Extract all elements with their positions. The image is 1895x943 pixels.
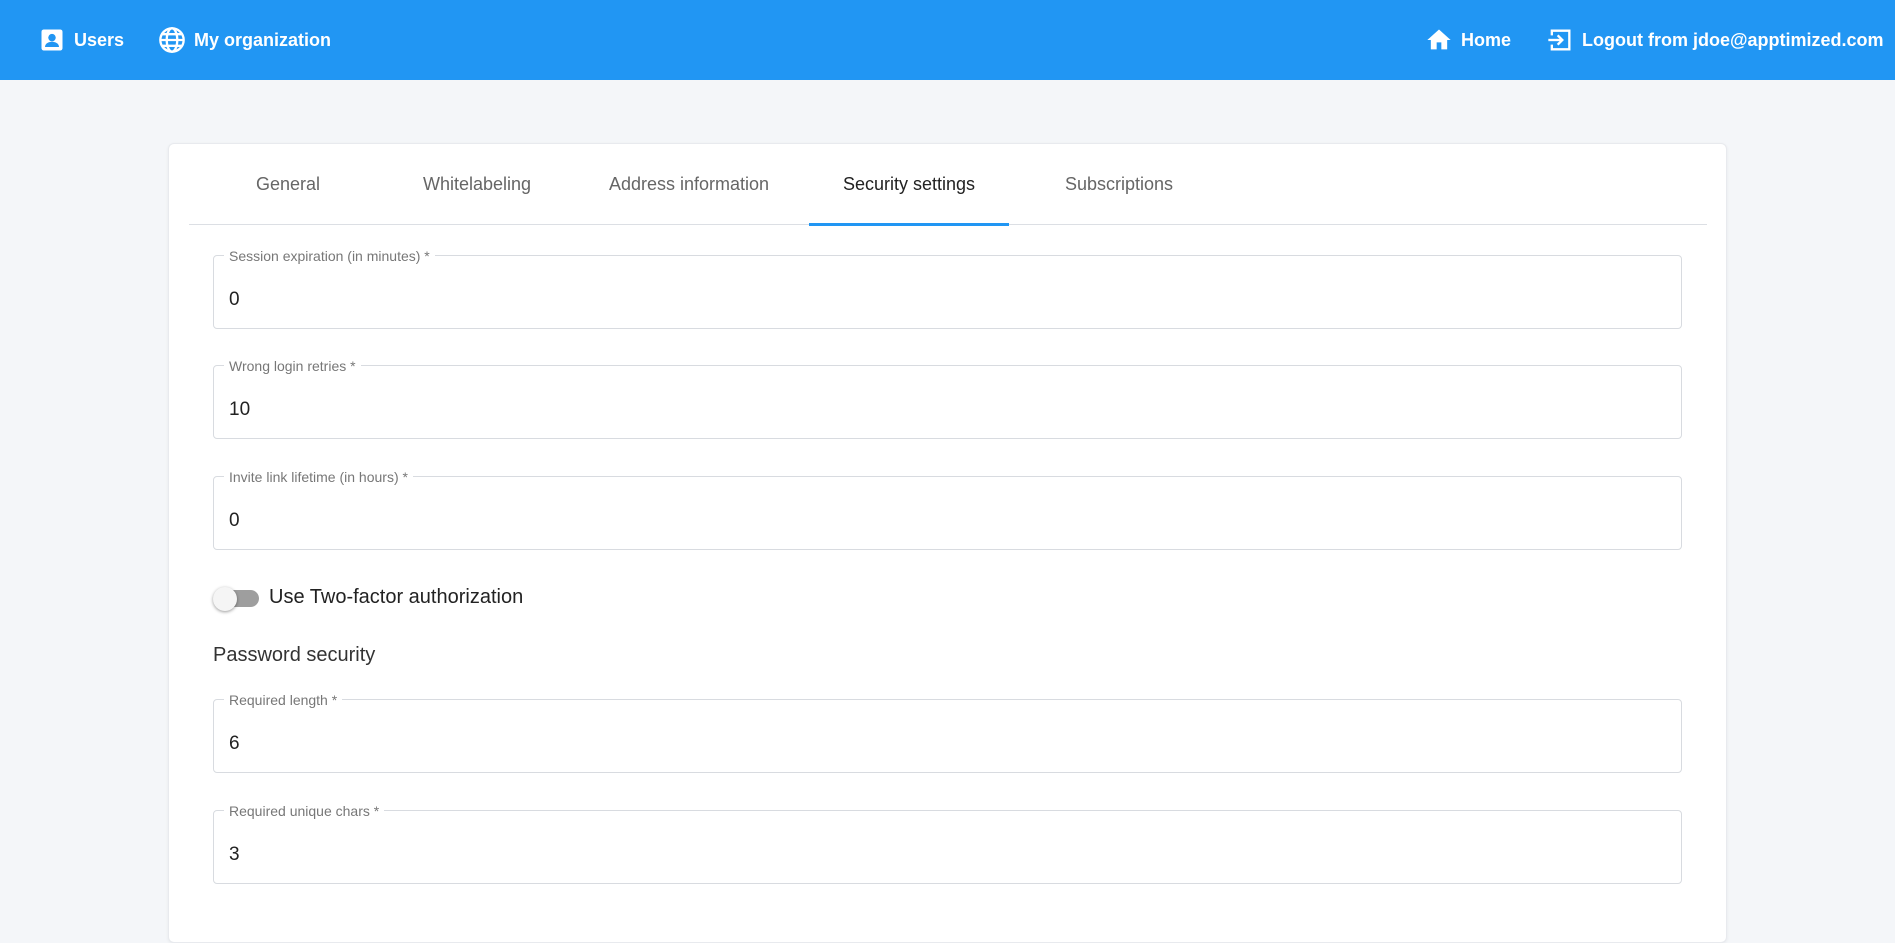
required-unique-chars-input[interactable]: 3: [229, 844, 1629, 866]
required-unique-chars-label: Required unique chars *: [224, 803, 385, 819]
tab-subscriptions[interactable]: Subscriptions: [1019, 144, 1219, 225]
tab-general[interactable]: General: [209, 144, 367, 225]
nav-home-label: Home: [1461, 29, 1512, 50]
nav-home-link[interactable]: Home: [1425, 0, 1511, 80]
invite-link-lifetime-field[interactable]: Invite link lifetime (in hours) * 0: [213, 469, 1682, 550]
nav-logout-label: Logout from jdoe@apptimized.com: [1582, 29, 1884, 50]
tab-security-settings-label: Security settings: [842, 174, 976, 194]
tab-subscriptions-label: Subscriptions: [1064, 174, 1174, 194]
wrong-login-retries-label: Wrong login retries *: [224, 358, 361, 374]
two-factor-label: Use Two-factor authorization: [269, 585, 524, 608]
required-length-label: Required length *: [224, 692, 343, 708]
nav-organization-label: My organization: [194, 29, 332, 50]
globe-icon: [158, 26, 186, 54]
nav-logout-link[interactable]: Logout from jdoe@apptimized.com: [1546, 0, 1884, 80]
nav-users-label: Users: [74, 29, 125, 50]
user-card-icon: [38, 26, 66, 54]
tab-whitelabeling[interactable]: Whitelabeling: [377, 144, 577, 225]
session-expiration-field[interactable]: Session expiration (in minutes) * 0: [213, 248, 1682, 329]
tab-security-settings[interactable]: Security settings: [809, 144, 1009, 226]
required-unique-chars-field[interactable]: Required unique chars * 3: [213, 803, 1682, 884]
session-expiration-label: Session expiration (in minutes) *: [224, 248, 435, 264]
home-icon: [1425, 26, 1453, 54]
nav-organization-link[interactable]: My organization: [158, 0, 331, 80]
tab-address-information-label: Address information: [608, 174, 770, 194]
required-length-input[interactable]: 6: [229, 733, 1629, 755]
required-length-field[interactable]: Required length * 6: [213, 692, 1682, 773]
invite-link-lifetime-label: Invite link lifetime (in hours) *: [224, 469, 413, 485]
top-app-bar: Users My organization Home Logout from j…: [0, 0, 1895, 80]
tab-whitelabeling-label: Whitelabeling: [422, 174, 532, 194]
two-factor-toggle[interactable]: [213, 582, 259, 612]
settings-card: General Whitelabeling Address informatio…: [168, 143, 1727, 943]
two-factor-row: Use Two-factor authorization: [213, 582, 523, 612]
invite-link-lifetime-input[interactable]: 0: [229, 510, 1629, 532]
logout-icon: [1546, 26, 1574, 54]
password-security-heading: Password security: [213, 644, 376, 666]
nav-users-link[interactable]: Users: [38, 0, 124, 80]
toggle-thumb: [213, 587, 237, 611]
wrong-login-retries-field[interactable]: Wrong login retries * 10: [213, 358, 1682, 439]
tab-address-information[interactable]: Address information: [579, 144, 799, 225]
session-expiration-input[interactable]: 0: [229, 289, 1629, 311]
tab-general-label: General: [255, 174, 321, 194]
settings-tabs: General Whitelabeling Address informatio…: [189, 144, 1707, 226]
wrong-login-retries-input[interactable]: 10: [229, 399, 1629, 421]
